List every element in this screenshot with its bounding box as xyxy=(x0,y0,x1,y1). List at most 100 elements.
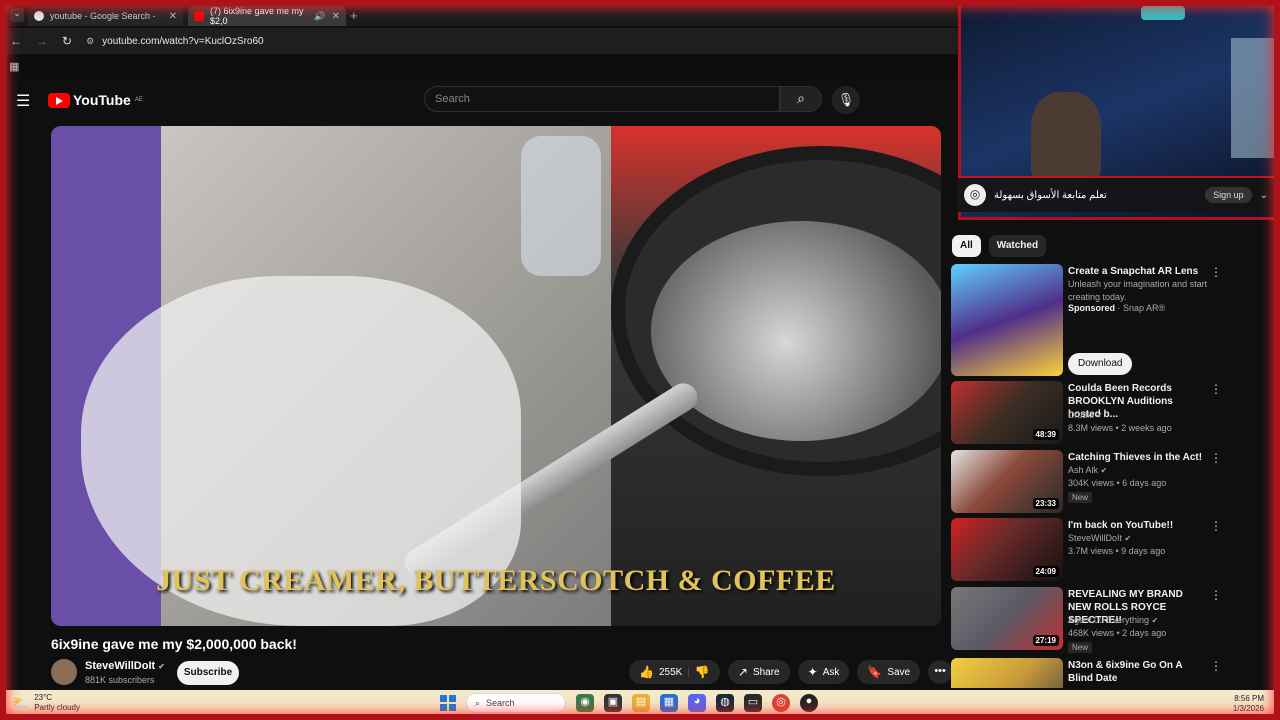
file-explorer-icon[interactable]: ▤ xyxy=(632,694,650,712)
close-tab-icon[interactable]: ✕ xyxy=(332,11,340,22)
item-title[interactable]: I'm back on YouTube!! xyxy=(1068,519,1206,532)
verified-icon: ✔ xyxy=(1100,466,1108,475)
more-options-icon[interactable]: ⋮ xyxy=(1210,382,1222,396)
more-options-icon[interactable]: ⋮ xyxy=(1210,588,1222,602)
store-icon[interactable]: ▦ xyxy=(660,694,678,712)
youtube-icon xyxy=(194,11,204,21)
url-field[interactable]: ⚙ youtube.com/watch?v=KuclOzSro60 xyxy=(86,36,264,47)
subscribe-button[interactable]: Subscribe xyxy=(177,661,239,685)
ad-banner[interactable]: ◎ تعلم متابعة الأسواق بسهولة Sign up ⌄ xyxy=(958,176,1280,212)
system-clock[interactable]: 8:56 PM 1/3/2026 xyxy=(1233,694,1264,714)
chip-watched[interactable]: Watched xyxy=(988,235,1047,257)
clock-date: 1/3/2026 xyxy=(1232,704,1264,713)
weather-widget[interactable]: ⛅ 23°C Partly cloudy xyxy=(12,693,80,713)
tab-google-search[interactable]: youtube - Google Search - ✕ xyxy=(28,6,183,26)
item-channel[interactable]: SteveWillDoIt ✔ xyxy=(1068,532,1131,545)
more-options-icon[interactable]: ⋮ xyxy=(1210,519,1222,533)
webcam-lamp xyxy=(1141,6,1185,20)
clock-time: 8:56 PM xyxy=(1234,694,1264,703)
youtube-logo[interactable]: YouTube AE xyxy=(48,92,143,108)
site-info-icon[interactable]: ⚙ xyxy=(86,36,94,47)
sponsored-item[interactable]: Create a Snapchat AR Lens Unleash your i… xyxy=(951,264,1222,378)
share-button[interactable]: ↗ Share xyxy=(727,660,790,684)
thumbs-down-icon[interactable]: 👎 xyxy=(695,665,710,679)
duration-badge: 24:09 xyxy=(1032,566,1059,577)
video-pan-contents xyxy=(651,221,941,441)
region-code: AE xyxy=(134,97,143,103)
apps-grid-icon[interactable]: ▦ xyxy=(9,60,19,73)
url-text: youtube.com/watch?v=KuclOzSro60 xyxy=(102,35,264,47)
voice-search-button[interactable]: 🎙 xyxy=(832,86,860,114)
obs-icon[interactable]: ● xyxy=(800,694,818,712)
partly-cloudy-icon: ⛅ xyxy=(12,695,29,710)
more-options-icon[interactable]: ⋮ xyxy=(1210,451,1222,465)
tab-title: youtube - Google Search - xyxy=(50,11,156,21)
audio-playing-icon[interactable]: 🔊 xyxy=(314,11,325,22)
more-options-icon[interactable]: ⋮ xyxy=(1210,659,1221,673)
menu-icon[interactable]: ☰ xyxy=(16,91,30,111)
steam-icon[interactable]: ◍ xyxy=(716,694,734,712)
filter-chips: All Watched xyxy=(952,235,1047,257)
windows-start-icon[interactable] xyxy=(440,695,456,711)
sparkle-icon: ✦ xyxy=(807,665,818,679)
channel-avatar[interactable] xyxy=(51,659,77,685)
windows-taskbar: ⛅ 23°C Partly cloudy ⌕ Search ◉ ▣ ▤ ▦ ◕ … xyxy=(6,690,1274,718)
chip-all[interactable]: All xyxy=(952,235,981,257)
reload-icon[interactable]: ↻ xyxy=(62,34,72,48)
tab-search-icon[interactable]: ⌄ xyxy=(10,8,24,22)
more-options-icon[interactable]: ⋮ xyxy=(1210,265,1222,279)
download-button[interactable]: Download xyxy=(1068,353,1133,375)
video-thumbnail[interactable] xyxy=(951,264,1063,376)
more-actions-button[interactable]: ••• xyxy=(928,660,953,684)
video-thumbnail[interactable] xyxy=(951,658,1063,688)
new-tab-button[interactable]: + xyxy=(350,8,358,23)
item-channel[interactable]: Druski ✔ xyxy=(1068,409,1103,422)
item-title[interactable]: Catching Thieves in the Act! xyxy=(1068,451,1206,464)
banner-signup-button[interactable]: Sign up xyxy=(1205,187,1252,203)
discord-icon[interactable]: ◕ xyxy=(688,694,706,712)
microphone-icon: 🎙 xyxy=(837,92,855,107)
channel-text: SteveWillDoIt xyxy=(1068,533,1123,543)
chrome-icon[interactable]: ◎ xyxy=(772,694,790,712)
search-button[interactable]: ⌕ xyxy=(780,86,822,112)
task-view-icon[interactable]: ▣ xyxy=(604,694,622,712)
video-player[interactable]: JUST CREAMER, BUTTERSCOTCH & COFFEE xyxy=(51,126,941,626)
video-caption: JUST CREAMER, BUTTERSCOTCH & COFFEE xyxy=(156,564,836,597)
save-button[interactable]: 🔖 Save xyxy=(857,660,921,684)
video-thumbnail[interactable]: 48:39 xyxy=(951,381,1063,444)
item-title[interactable]: N3on & 6ix9ine Go On A Blind Date xyxy=(1068,659,1206,685)
youtube-header: ☰ YouTube AE Search ⌕ 🎙 xyxy=(6,80,950,120)
video-thumbnail[interactable]: 27:19 xyxy=(951,587,1063,650)
subscriber-count: 881K subscribers xyxy=(85,675,155,685)
like-count: 255K xyxy=(658,666,683,678)
item-meta: 304K views • 6 days ago xyxy=(1068,478,1167,488)
list-item[interactable]: 24:09 I'm back on YouTube!! SteveWillDoI… xyxy=(951,518,1222,582)
item-channel[interactable]: Agent 00 Everything ✔ xyxy=(1068,614,1158,627)
list-item[interactable]: 27:19 REVEALING MY BRAND NEW ROLLS ROYCE… xyxy=(951,587,1222,653)
close-tab-icon[interactable]: ✕ xyxy=(169,11,177,22)
like-button[interactable]: 👍 255K | 👎 xyxy=(629,660,720,684)
taskbar-search[interactable]: ⌕ Search xyxy=(466,693,566,713)
channel-name[interactable]: SteveWillDoIt ✔ xyxy=(85,660,165,672)
verified-icon: ✔ xyxy=(1124,534,1132,543)
search-input[interactable]: Search xyxy=(424,86,780,112)
list-item[interactable]: 48:39 Coulda Been Records BROOKLYN Audit… xyxy=(951,381,1222,445)
item-title[interactable]: Create a Snapchat AR Lens xyxy=(1068,265,1206,278)
list-item[interactable]: 23:33 Catching Thieves in the Act! Ash A… xyxy=(951,450,1222,514)
weather-temp: 23°C xyxy=(34,693,53,702)
tab-youtube-video[interactable]: (7) 6ix9ine gave me my $2,0 🔊 ✕ xyxy=(188,6,346,26)
back-icon[interactable]: ← xyxy=(10,34,22,48)
chevron-down-icon[interactable]: ⌄ xyxy=(1260,190,1268,201)
forward-icon[interactable]: → xyxy=(36,34,48,48)
webcam-streamer xyxy=(1031,92,1101,178)
video-thumbnail[interactable]: 24:09 xyxy=(951,518,1063,581)
search-highlight-icon[interactable]: ◉ xyxy=(576,694,594,712)
item-meta: 8.3M views • 2 weeks ago xyxy=(1068,423,1172,433)
list-item[interactable]: N3on & 6ix9ine Go On A Blind Date ⋮ xyxy=(951,658,1221,688)
video-thumbnail[interactable]: 23:33 xyxy=(951,450,1063,513)
item-channel[interactable]: Ash Alk ✔ xyxy=(1068,464,1107,477)
new-badge: New xyxy=(1068,642,1093,653)
terminal-icon[interactable]: ▭ xyxy=(744,694,762,712)
video-title: 6ix9ine gave me my $2,000,000 back! xyxy=(51,636,297,652)
ask-button[interactable]: ✦ Ask xyxy=(797,660,850,684)
